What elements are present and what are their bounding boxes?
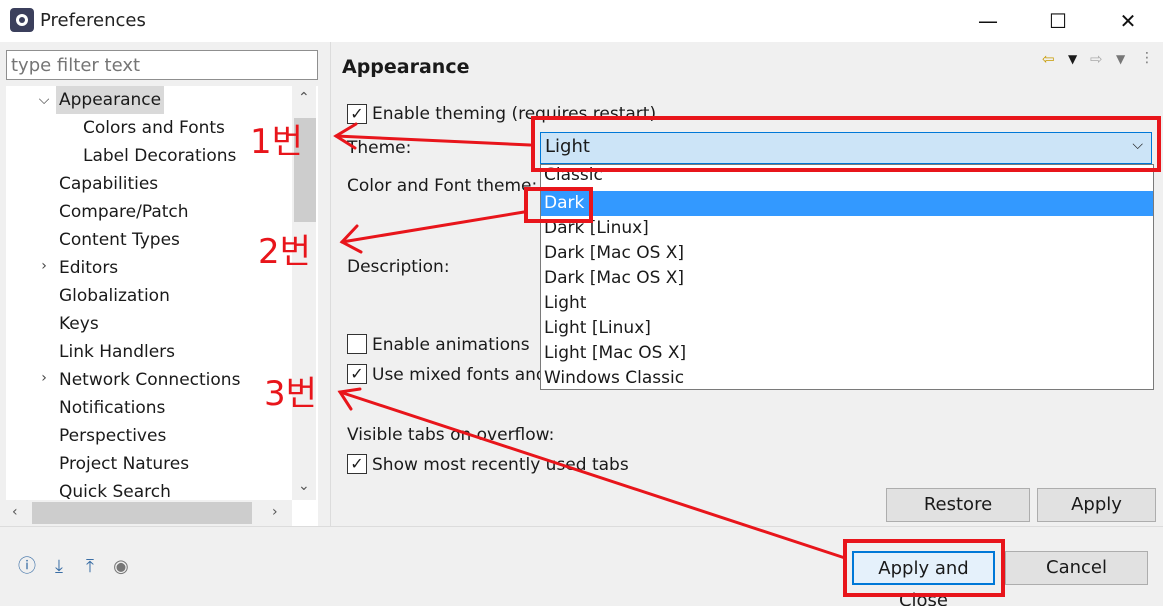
arrow-line-3 [338, 390, 847, 560]
arrow-line-2 [340, 210, 526, 244]
arrow-line-1 [334, 134, 532, 147]
annotation-arrows [333, 122, 847, 560]
